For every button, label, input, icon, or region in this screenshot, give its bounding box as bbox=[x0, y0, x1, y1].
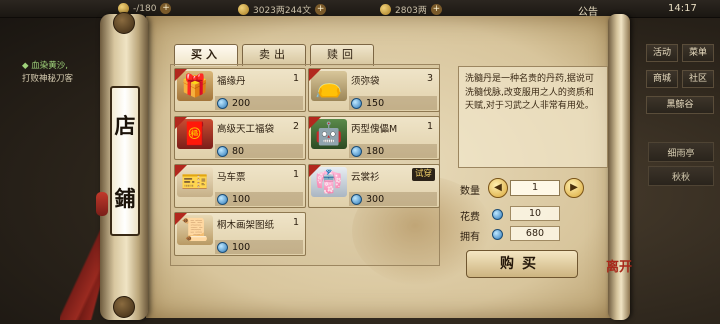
shop-item[interactable]: 🧧 高级天工福袋 2 80 bbox=[174, 116, 306, 160]
cost-label: 花费 bbox=[460, 212, 480, 223]
money-icon bbox=[351, 145, 362, 157]
quest-desc: 打败神秘刀客 bbox=[22, 74, 74, 84]
cost-value: 10 bbox=[510, 206, 560, 221]
item-count: 1 bbox=[292, 217, 299, 228]
resource-gold: 2803两 + bbox=[380, 3, 442, 16]
price-row: 200 bbox=[215, 96, 303, 110]
corner-tag bbox=[175, 117, 187, 129]
mall-button[interactable]: 商城 bbox=[646, 70, 678, 88]
resource-silver: 3023两244文 + bbox=[238, 3, 327, 16]
price-row: 100 bbox=[215, 240, 303, 254]
shop-item[interactable]: 👘 云裳衫 试穿 300 bbox=[308, 164, 440, 208]
item-name: 桐木画架图纸 bbox=[217, 220, 275, 231]
gold-value: 2803两 bbox=[395, 6, 427, 16]
add-stamina-button[interactable]: + bbox=[160, 3, 172, 14]
buy-button[interactable]: 购买 bbox=[466, 250, 578, 278]
shop-item[interactable]: 🤖 丙型傀儡M 1 180 bbox=[308, 116, 440, 160]
shop-item[interactable]: 📜 桐木画架图纸 1 100 bbox=[174, 212, 306, 256]
price-row: 150 bbox=[349, 96, 437, 110]
money-icon bbox=[217, 97, 228, 109]
try-on-badge[interactable]: 试穿 bbox=[411, 168, 435, 181]
item-price: 150 bbox=[366, 97, 385, 109]
scroll-knob-bottom bbox=[113, 296, 135, 318]
side-button-b-label: 秋秋 bbox=[671, 172, 690, 183]
price-row: 80 bbox=[215, 144, 303, 158]
side-button-b[interactable]: 秋秋 bbox=[648, 166, 714, 186]
quest-tracker[interactable]: ◆ 血染黄沙, 打败神秘刀客 bbox=[22, 60, 102, 86]
activity-button[interactable]: 活动 bbox=[646, 44, 678, 62]
item-name: 须弥袋 bbox=[351, 76, 380, 87]
money-icon bbox=[217, 241, 228, 253]
item-name: 云裳衫 bbox=[351, 172, 380, 183]
quantity-label: 数量 bbox=[460, 186, 480, 197]
shop-sign-char-1: 店 bbox=[114, 112, 136, 138]
clock: 14:17 bbox=[668, 3, 697, 14]
close-seal-button[interactable]: 离开 bbox=[606, 261, 634, 290]
item-price: 100 bbox=[232, 241, 251, 253]
item-count: 1 bbox=[292, 169, 299, 180]
add-gold-button[interactable]: + bbox=[430, 4, 442, 15]
money-icon bbox=[351, 193, 362, 205]
shop-sign: 店 鋪 bbox=[110, 86, 140, 236]
item-name: 高级天工福袋 bbox=[217, 124, 275, 135]
money-icon bbox=[351, 97, 362, 109]
item-count: 1 bbox=[426, 121, 433, 132]
corner-tag bbox=[309, 69, 321, 81]
shop-item[interactable]: 🎫 马车票 1 100 bbox=[174, 164, 306, 208]
silver-value: 3023两244文 bbox=[253, 6, 312, 16]
decrease-quantity-button[interactable]: ◀ bbox=[488, 178, 508, 198]
money-icon bbox=[217, 145, 228, 157]
quantity-input[interactable]: 1 bbox=[510, 180, 560, 196]
corner-tag bbox=[175, 69, 187, 81]
item-price: 200 bbox=[232, 97, 251, 109]
tab-sell[interactable]: 卖出 bbox=[242, 44, 306, 66]
side-button-a-label: 细雨亭 bbox=[667, 148, 695, 159]
item-name: 丙型傀儡M bbox=[351, 124, 398, 135]
region-label: 黑鲸谷 bbox=[646, 96, 714, 114]
scroll-knob-top bbox=[113, 12, 135, 34]
add-silver-button[interactable]: + bbox=[315, 4, 327, 15]
item-price: 100 bbox=[232, 193, 251, 205]
money-icon bbox=[492, 229, 503, 240]
shop-item[interactable]: 🎁 福缘丹 1 200 bbox=[174, 68, 306, 112]
gold-icon bbox=[380, 4, 391, 15]
tab-buy[interactable]: 买入 bbox=[174, 44, 238, 66]
money-icon bbox=[492, 209, 503, 220]
item-name: 福缘丹 bbox=[217, 76, 246, 87]
menu-button[interactable]: 菜单 bbox=[682, 44, 714, 62]
item-price: 300 bbox=[366, 193, 385, 205]
shop-item[interactable]: 👝 须弥袋 3 150 bbox=[308, 68, 440, 112]
shop-sign-char-2: 鋪 bbox=[114, 185, 136, 211]
item-count: 1 bbox=[292, 73, 299, 84]
corner-tag bbox=[309, 165, 321, 177]
increase-quantity-button[interactable]: ▶ bbox=[564, 178, 584, 198]
stamina-value: -/180 bbox=[133, 3, 157, 14]
price-row: 100 bbox=[215, 192, 303, 206]
corner-tag bbox=[175, 165, 187, 177]
item-name: 马车票 bbox=[217, 172, 246, 183]
money-icon bbox=[217, 193, 228, 205]
quest-title: ◆ 血染黄沙, bbox=[22, 61, 68, 71]
tab-redeem[interactable]: 赎回 bbox=[310, 44, 374, 66]
owned-label: 拥有 bbox=[460, 232, 480, 243]
item-count: 3 bbox=[426, 73, 433, 84]
community-button[interactable]: 社区 bbox=[682, 70, 714, 88]
tassel-knot bbox=[96, 192, 108, 216]
corner-tag bbox=[309, 117, 321, 129]
price-row: 180 bbox=[349, 144, 437, 158]
owned-value: 680 bbox=[510, 226, 560, 241]
item-price: 80 bbox=[232, 145, 245, 157]
price-row: 300 bbox=[349, 192, 437, 206]
item-count: 2 bbox=[292, 121, 299, 132]
corner-tag bbox=[175, 213, 187, 225]
item-description: 洗髓丹是一种名贵的丹药,据说可洗髓伐脉,改变服用之人的资质和天赋,对于习武之人非… bbox=[458, 66, 608, 168]
item-price: 180 bbox=[366, 145, 385, 157]
side-button-a[interactable]: 细雨亭 bbox=[648, 142, 714, 162]
silver-icon bbox=[238, 4, 249, 15]
